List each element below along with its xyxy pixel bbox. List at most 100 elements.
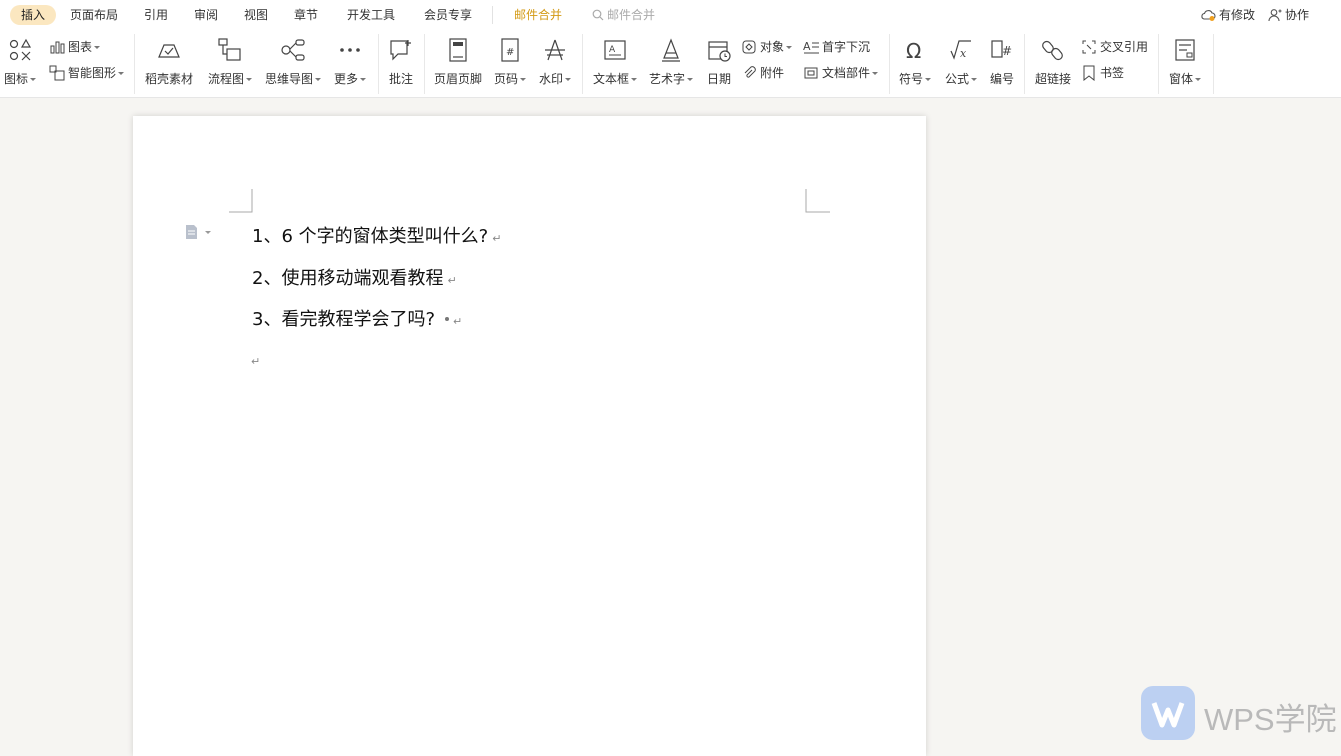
ribbon-divider xyxy=(1158,34,1159,94)
ribbon-divider xyxy=(1213,34,1214,94)
calendar-icon xyxy=(708,41,731,62)
header-footer-button[interactable]: 页眉页脚 xyxy=(430,34,486,92)
numbering-icon: # xyxy=(991,40,1012,58)
date-label: 日期 xyxy=(706,72,731,86)
symbol-label: 符号 xyxy=(898,72,923,86)
tab-developer[interactable]: 开发工具 xyxy=(336,5,406,25)
more-button[interactable]: 更多 xyxy=(331,34,369,92)
flowchart-button[interactable]: 流程图 xyxy=(205,34,255,92)
user-icon xyxy=(1268,9,1282,22)
crossref-button[interactable]: 交叉引用 xyxy=(1081,38,1148,56)
modified-label: 有修改 xyxy=(1219,8,1256,22)
cursor-dot xyxy=(445,317,450,321)
comment-button[interactable]: 批注 xyxy=(384,34,418,92)
list-item[interactable]: 1、6 个字的窗体类型叫什么? ↵ xyxy=(252,222,501,248)
form-icon xyxy=(1175,39,1195,61)
tab-page-layout[interactable]: 页面布局 xyxy=(59,5,129,25)
icons-button[interactable]: 图标 xyxy=(2,34,38,92)
object-button[interactable]: 对象 xyxy=(741,38,793,56)
material-button[interactable]: 稻壳素材 xyxy=(142,34,196,92)
icons-label: 图标 xyxy=(3,72,28,86)
collaborate-button[interactable]: 协作 xyxy=(1268,6,1309,24)
hyperlink-label: 超链接 xyxy=(1034,72,1071,86)
date-button[interactable]: 日期 xyxy=(704,34,734,92)
flowchart-label: 流程图 xyxy=(207,72,244,86)
margin-corner-top-left xyxy=(229,189,253,213)
ribbon-divider xyxy=(378,34,379,94)
tab-member[interactable]: 会员专享 xyxy=(413,5,483,25)
ribbon-divider xyxy=(1024,34,1025,94)
wordart-button[interactable]: 艺术字 xyxy=(646,34,696,92)
wps-w-icon xyxy=(1151,702,1185,728)
doc-parts-button[interactable]: 文档部件 xyxy=(803,64,879,82)
smartart-icon xyxy=(49,65,65,81)
bookmark-button[interactable]: 书签 xyxy=(1081,64,1124,82)
tab-divider xyxy=(492,6,493,24)
formula-label: 公式 xyxy=(944,72,969,86)
ribbon-divider xyxy=(134,34,135,94)
textbox-button[interactable]: A 文本框 xyxy=(590,34,640,92)
page-number-button[interactable]: # 页码 xyxy=(490,34,530,92)
paragraph-layout-icon[interactable] xyxy=(185,224,213,240)
chart-button[interactable]: 图表 xyxy=(49,38,101,56)
svg-text:A: A xyxy=(803,40,811,53)
wordart-label: 艺术字 xyxy=(648,72,685,86)
more-dots-icon xyxy=(340,48,360,52)
icons-gallery-icon xyxy=(9,38,32,61)
tab-chapter[interactable]: 章节 xyxy=(283,5,329,25)
tab-mail-merge[interactable]: 邮件合并 xyxy=(503,5,573,25)
window-body-label: 窗体 xyxy=(1168,72,1193,86)
svg-text:#: # xyxy=(506,47,514,58)
window-body-button[interactable]: 窗体 xyxy=(1164,34,1206,92)
smartart-button[interactable]: 智能图形 xyxy=(49,64,125,82)
svg-text:#: # xyxy=(1002,44,1012,58)
object-icon xyxy=(742,40,756,54)
textbox-label: 文本框 xyxy=(592,72,629,86)
hyperlink-button[interactable]: 超链接 xyxy=(1031,34,1075,92)
comment-add-icon xyxy=(390,40,411,61)
watermark-label: 水印 xyxy=(538,72,563,86)
paragraph-mark: ↵ xyxy=(492,232,502,245)
attachment-button[interactable]: 附件 xyxy=(741,64,784,82)
insert-ribbon: 图标 图表 智能图形 稻壳素材 流程图 思维导图 更多 批注 页眉页脚 # 页码… xyxy=(0,30,1341,98)
header-footer-icon xyxy=(449,38,467,62)
menu-tab-bar: 插入 页面布局 引用 审阅 视图 章节 开发工具 会员专享 邮件合并 邮件合并 … xyxy=(0,0,1341,30)
collaborate-label: 协作 xyxy=(1285,8,1310,22)
ribbon-divider xyxy=(424,34,425,94)
watermark-button[interactable]: 水印 xyxy=(535,34,575,92)
header-footer-label: 页眉页脚 xyxy=(433,72,482,86)
list-item[interactable]: 2、使用移动端观看教程 ↵ xyxy=(252,264,457,290)
dropcap-label: 首字下沉 xyxy=(822,40,871,54)
search-box[interactable]: 邮件合并 xyxy=(592,6,655,24)
link-icon xyxy=(1042,40,1063,61)
ribbon-divider xyxy=(582,34,583,94)
list-item[interactable]: 3、看完教程学会了吗? ↵ xyxy=(252,305,462,331)
paragraph-text: 1、6 个字的窗体类型叫什么? xyxy=(252,226,489,247)
page-number-icon: # xyxy=(501,38,519,62)
bookmark-label: 书签 xyxy=(1100,66,1125,80)
tab-insert[interactable]: 插入 xyxy=(10,5,57,25)
object-label: 对象 xyxy=(760,40,785,54)
tab-review[interactable]: 审阅 xyxy=(183,5,229,25)
symbol-button[interactable]: Ω 符号 xyxy=(895,34,935,92)
search-icon xyxy=(592,9,604,21)
page-number-label: 页码 xyxy=(493,72,518,86)
tab-references[interactable]: 引用 xyxy=(133,5,179,25)
modified-status[interactable]: 有修改 xyxy=(1200,6,1255,24)
wps-logo xyxy=(1141,686,1195,740)
document-page[interactable]: 1、6 个字的窗体类型叫什么? ↵ 2、使用移动端观看教程 ↵ 3、看完教程学会了吗… xyxy=(133,116,926,756)
bookmark-icon xyxy=(1083,65,1095,81)
empty-paragraph-mark: ↵ xyxy=(251,355,261,368)
dropcap-icon: A xyxy=(803,40,819,54)
attachment-label: 附件 xyxy=(760,66,785,80)
numbering-button[interactable]: # 编号 xyxy=(986,34,1018,92)
textbox-icon: A xyxy=(604,40,626,60)
dropcap-button[interactable]: A 首字下沉 xyxy=(803,38,870,56)
smartart-label: 智能图形 xyxy=(68,66,117,80)
tab-view[interactable]: 视图 xyxy=(233,5,279,25)
mindmap-button[interactable]: 思维导图 xyxy=(262,34,324,92)
svg-text:A: A xyxy=(609,45,616,55)
paragraph-text: 2、使用移动端观看教程 xyxy=(252,268,444,289)
formula-button[interactable]: x 公式 xyxy=(941,34,981,92)
watermark-icon xyxy=(545,39,565,61)
